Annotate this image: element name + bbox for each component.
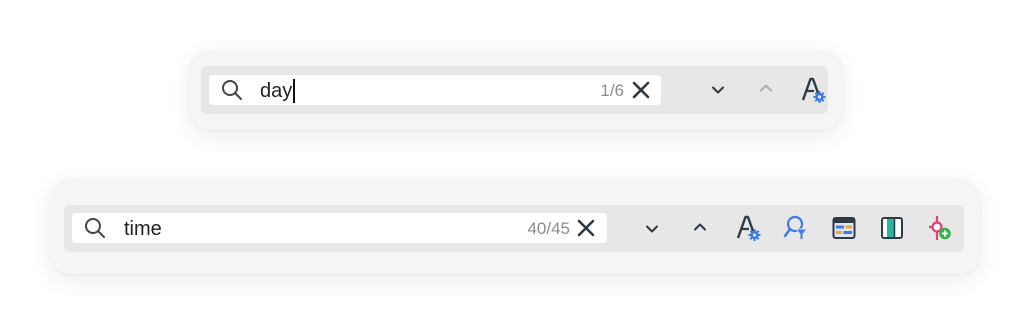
text-settings-icon (799, 76, 827, 104)
previous-match-button[interactable] (686, 213, 714, 241)
match-count: 40/45 (527, 219, 570, 238)
search-query-text: time (124, 218, 162, 240)
split-view-button[interactable] (878, 214, 906, 242)
table-icon (831, 215, 857, 241)
search-icon (83, 216, 107, 240)
previous-match-button[interactable] (752, 74, 780, 102)
text-caret (293, 79, 296, 103)
top-find-panel: day 1/6 (190, 50, 842, 130)
text-settings-icon (734, 214, 762, 242)
search-field[interactable]: time 40/45 (72, 213, 607, 243)
find-toolbar: time 40/45 (64, 205, 964, 252)
search-field[interactable]: day 1/6 (209, 75, 661, 105)
chevron-up-icon (692, 219, 708, 235)
search-query-text: day (260, 80, 293, 102)
filter-search-button[interactable] (782, 214, 810, 242)
next-match-button[interactable] (638, 215, 666, 243)
search-options-button[interactable] (734, 214, 762, 242)
search-input[interactable]: time (124, 217, 162, 241)
next-match-button[interactable] (704, 76, 732, 104)
search-input[interactable]: day (260, 79, 296, 103)
search-filter-icon (782, 214, 810, 242)
find-toolbar: day 1/6 (201, 66, 828, 114)
chevron-down-icon (710, 82, 726, 98)
add-marker-button[interactable] (926, 214, 954, 242)
close-icon[interactable] (630, 79, 652, 101)
match-count: 1/6 (600, 81, 624, 100)
bottom-find-panel: time 40/45 (50, 179, 980, 274)
panel-split-icon (879, 215, 905, 241)
chevron-down-icon (644, 221, 660, 237)
search-icon (220, 78, 244, 102)
chevron-up-icon (758, 80, 774, 96)
table-view-button[interactable] (830, 214, 858, 242)
search-options-button[interactable] (799, 76, 827, 104)
marker-add-icon (926, 214, 954, 242)
close-icon[interactable] (575, 217, 597, 239)
